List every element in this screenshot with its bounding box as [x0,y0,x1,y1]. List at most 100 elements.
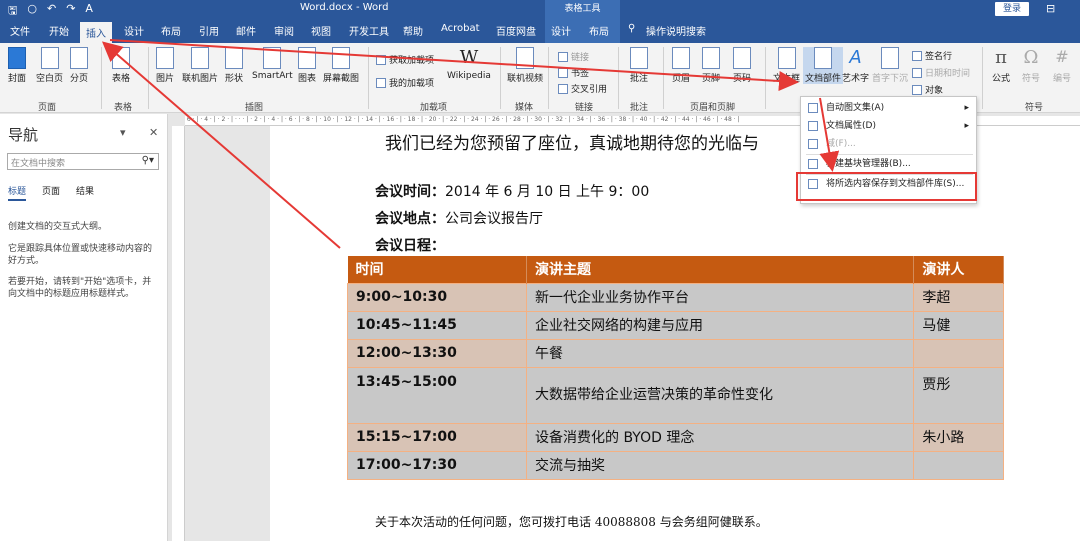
tab-help[interactable]: 帮助 [403,23,423,38]
vertical-ruler[interactable] [172,126,185,541]
symbol-button[interactable]: Ω 符号 [1022,47,1040,84]
tab-references[interactable]: 引用 [199,23,219,38]
header-button[interactable]: 页眉 [672,47,690,84]
page-break-icon [70,47,88,69]
tab-insert[interactable]: 插入 [80,22,112,43]
quick-parts-button[interactable]: 文档部件 [803,47,844,84]
field-icon [808,139,818,149]
table-row: 12:00~13:30 午餐 [346,338,1004,368]
nav-search-input[interactable]: 在文档中搜索 ⚲▾ [7,153,159,170]
column-header-speaker: 演讲人 [913,256,1004,283]
topic-cell[interactable]: 交流与抽奖 [526,450,915,480]
login-button[interactable]: 登录 [995,2,1029,16]
drop-cap-button[interactable]: 首字下沉 [872,47,908,84]
tab-file[interactable]: 文件 [10,23,30,38]
nav-tab-results[interactable]: 结果 [76,184,94,201]
menu-item-field[interactable]: 域(F)... [806,136,973,152]
tab-home[interactable]: 开始 [49,23,69,38]
textbox-icon [777,47,796,69]
number-icon: # [1055,47,1069,66]
tab-view[interactable]: 视图 [311,23,331,38]
tell-me-icon[interactable]: ⚲ [628,23,635,34]
table-icon [112,47,130,69]
comment-button[interactable]: 批注 [630,47,648,84]
ribbon-display-options-icon[interactable]: ⊟ [1046,2,1055,15]
invitation-heading: 我们已经为您预留了座位，真诚地期待您的光临与 [385,134,759,154]
speaker-cell[interactable]: 李超 [913,282,1004,312]
tab-table-design[interactable]: 设计 [551,23,571,38]
topic-cell[interactable]: 午餐 [526,338,915,368]
time-cell[interactable]: 17:00~17:30 [346,450,528,480]
camera-icon [332,47,350,69]
tell-me-search[interactable]: 操作说明搜索 [646,23,706,38]
online-video-button[interactable]: 联机视频 [507,47,543,84]
pictures-button[interactable]: 图片 [156,47,174,84]
wikipedia-button[interactable]: W Wikipedia [447,47,491,81]
online-pictures-button[interactable]: 联机图片 [182,47,218,84]
tab-mailings[interactable]: 邮件 [236,23,256,38]
comment-icon [630,47,648,69]
agenda-table[interactable]: 时间 演讲主题 演讲人 9:00~10:30 新一代企业业务协作平台 李超 10… [346,256,1004,480]
tab-baidu[interactable]: 百度网盘 [496,23,536,38]
get-addins-button[interactable]: 获取加载项 [376,53,434,66]
screenshot-button[interactable]: 屏幕截图 [323,47,359,84]
shapes-button[interactable]: 形状 [225,47,243,84]
equation-button[interactable]: π 公式 [992,47,1010,84]
speaker-cell[interactable]: 朱小路 [913,422,1004,452]
time-cell[interactable]: 15:15~17:00 [346,422,528,452]
wordart-button[interactable]: A 艺术字 [842,47,869,84]
tab-developer[interactable]: 开发工具 [349,23,389,38]
tab-acrobat[interactable]: Acrobat [441,23,480,34]
link-button[interactable]: 链接 [558,50,589,63]
time-cell[interactable]: 9:00~10:30 [346,282,528,312]
menu-item-building-blocks-organizer[interactable]: 构建基块管理器(B)... [806,156,973,172]
speaker-cell[interactable]: 贾彤 [913,366,1004,424]
topic-cell[interactable]: 大数据带给企业运营决策的革命性变化 [526,366,915,424]
topic-cell[interactable]: 企业社交网络的构建与应用 [526,310,915,340]
number-button[interactable]: # 编号 [1053,47,1071,84]
date-time-button[interactable]: 日期和时间 [912,66,970,79]
link-icon [558,51,568,62]
separator [368,47,369,109]
search-icon[interactable]: ⚲▾ [142,155,154,166]
menu-item-document-property[interactable]: 文档属性(D) ▸ [806,118,973,134]
nav-tab-headings[interactable]: 标题 [8,184,27,201]
tab-review[interactable]: 审阅 [274,23,294,38]
tab-table-layout[interactable]: 布局 [589,23,609,38]
time-cell[interactable]: 12:00~13:30 [346,338,528,368]
pages-group-label: 页面 [38,103,57,113]
time-cell[interactable]: 13:45~15:00 [346,366,528,424]
chart-icon [298,47,316,69]
table-row: 17:00~17:30 交流与抽奖 [346,450,1004,480]
nav-options-icon[interactable]: ▾ [120,126,126,139]
footer-button[interactable]: 页脚 [702,47,720,84]
cross-reference-button[interactable]: 交叉引用 [558,82,607,95]
nav-tab-pages[interactable]: 页面 [42,184,60,201]
topic-cell[interactable]: 设备消费化的 BYOD 理念 [526,422,915,452]
table-button[interactable]: 表格 [112,47,130,84]
close-icon[interactable]: ✕ [149,126,158,139]
speaker-cell[interactable] [913,338,1004,368]
my-addins-button[interactable]: 我的加载项 [376,76,434,89]
document-property-icon [808,121,818,131]
table-row: 13:45~15:00 大数据带给企业运营决策的革命性变化 贾彤 [346,366,1004,424]
speaker-cell[interactable] [913,450,1004,480]
tab-design[interactable]: 设计 [124,23,144,38]
tab-layout[interactable]: 布局 [161,23,181,38]
menu-item-autotext[interactable]: 自动图文集(A) ▸ [806,100,973,116]
signature-line-button[interactable]: 签名行 [912,49,952,62]
blank-page-button[interactable]: 空白页 [36,47,63,84]
object-button[interactable]: 对象 [912,83,943,96]
speaker-cell[interactable]: 马健 [913,310,1004,340]
chart-button[interactable]: 图表 [298,47,316,84]
online-picture-icon [191,47,209,69]
textbox-button[interactable]: 文本框 [773,47,800,84]
time-cell[interactable]: 10:45~11:45 [346,310,528,340]
nav-help-text-2: 它是跟踪具体位置或快速移动内容的好方式。 [8,244,153,266]
cover-page-button[interactable]: 封面 [8,47,26,84]
bookmark-button[interactable]: 书签 [558,66,589,79]
smartart-button[interactable]: SmartArt [252,47,293,81]
page-break-button[interactable]: 分页 [70,47,88,84]
topic-cell[interactable]: 新一代企业业务协作平台 [526,282,915,312]
page-number-button[interactable]: 页码 [733,47,751,84]
